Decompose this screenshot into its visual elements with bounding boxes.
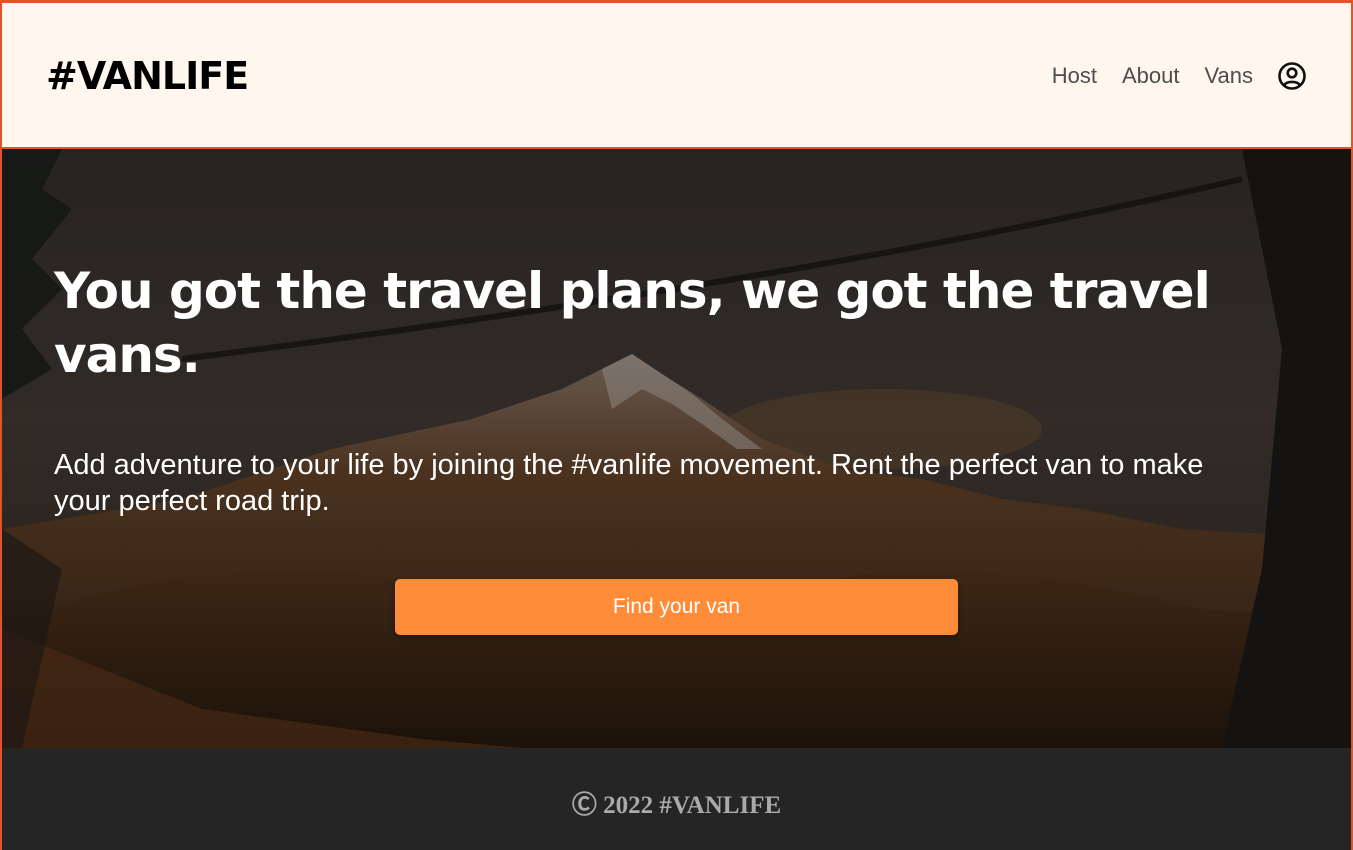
site-logo[interactable]: #VANLIFE [46,51,249,101]
footer-copyright: Ⓒ 2022 #VANLIFE [571,791,782,819]
hero-description: Add adventure to your life by joining th… [54,449,1204,517]
nav-link-vans[interactable]: Vans [1204,58,1253,94]
main-nav: Host About Vans [1052,58,1307,94]
user-circle-icon[interactable] [1277,61,1307,91]
hero-title: You got the travel plans, we got the tra… [54,262,1211,384]
site-header: #VANLIFE Host About Vans [2,3,1351,149]
find-your-van-button[interactable]: Find your van [395,579,958,635]
site-footer: Ⓒ 2022 #VANLIFE [2,748,1351,850]
hero-section: You got the travel plans, we got the tra… [2,149,1351,748]
page-frame: #VANLIFE Host About Vans You got the tra… [0,0,1353,850]
nav-link-about[interactable]: About [1122,58,1180,94]
nav-link-host[interactable]: Host [1052,58,1097,94]
